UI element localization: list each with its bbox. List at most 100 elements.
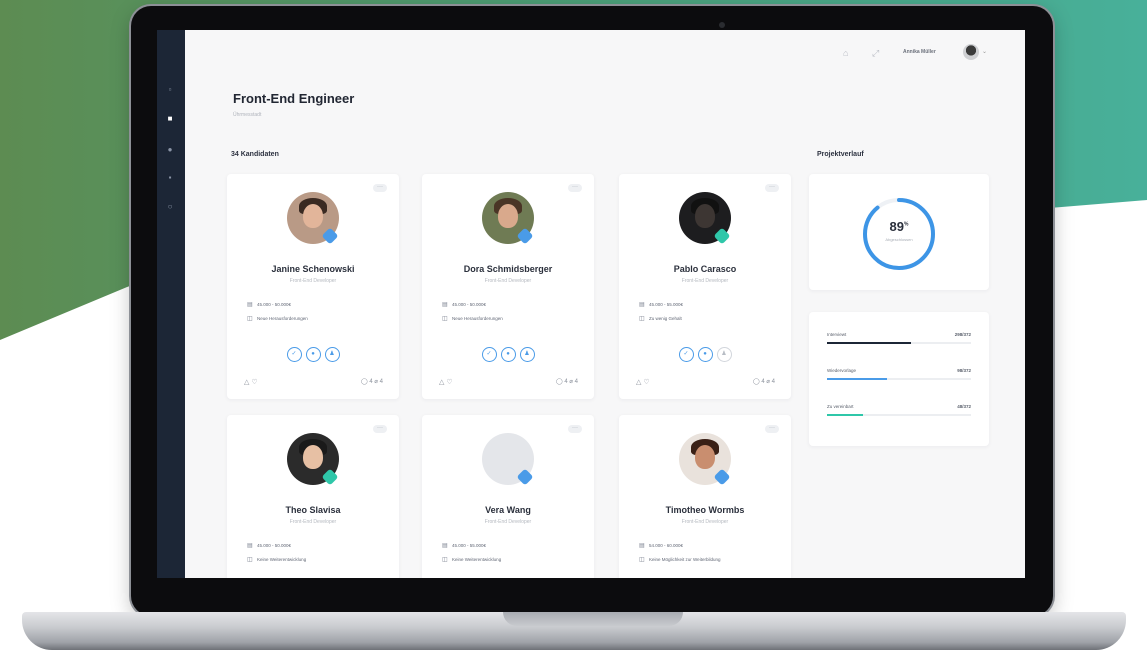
more-icon[interactable]: ··· <box>373 184 387 192</box>
calendar-icon[interactable]: ▪ <box>165 174 175 182</box>
home-icon[interactable]: ▫ <box>165 86 175 94</box>
candidate-name[interactable]: Theo Slavisa <box>227 505 399 515</box>
phone-button[interactable]: ● <box>697 347 713 362</box>
expand-icon[interactable]: ⤢ <box>872 48 879 59</box>
note-icon: ◫ <box>639 316 645 322</box>
stat-value: 298/372 <box>954 332 971 337</box>
candidate-card[interactable]: ··· Pablo Carasco Front-End Developer ▤ 45.0… <box>619 174 791 399</box>
more-icon[interactable]: ··· <box>568 184 582 192</box>
stat-track <box>827 342 971 344</box>
candidate-card[interactable]: ··· Janine Schenowski Front-End Developer ▤… <box>227 174 399 399</box>
comments-attachments[interactable]: ◯ 4 ⌀ 4 <box>753 378 775 385</box>
avatar-face <box>303 445 323 469</box>
user-avatar[interactable] <box>963 44 979 60</box>
candidate-role: Front-End Developer <box>289 519 337 525</box>
change-reason: Neue Herausforderungen <box>257 316 308 321</box>
more-icon[interactable]: ··· <box>765 425 779 433</box>
like-icon[interactable]: △ ♡ <box>439 378 453 386</box>
like-icon[interactable]: △ ♡ <box>244 378 258 386</box>
phone-button[interactable]: ● <box>305 347 321 362</box>
chevron-down-icon[interactable]: ⌄ <box>982 48 987 55</box>
money-icon: ▤ <box>442 302 448 308</box>
avatar-face <box>695 204 715 228</box>
stat-track <box>827 414 971 416</box>
profile-button[interactable]: ♟ <box>519 347 535 362</box>
progress-ring-arc <box>863 198 935 270</box>
more-icon[interactable]: ··· <box>373 425 387 433</box>
note-row: ◫ Neue Herausforderungen <box>247 315 308 322</box>
progress-value: 89% <box>859 219 939 234</box>
card-actions: ✓ ● ♟ <box>422 342 594 362</box>
candidate-card[interactable]: ··· Timotheo Wormbs Front-End Developer ▤ 54… <box>619 415 791 578</box>
money-icon: ▤ <box>247 543 253 549</box>
comments-attachments[interactable]: ◯ 4 ⌀ 4 <box>556 378 578 385</box>
laptop-notch <box>503 612 683 626</box>
stat-label: Zu vereinbart <box>827 404 854 409</box>
progress-ring <box>863 198 935 270</box>
avatar-face <box>498 204 518 228</box>
accept-button[interactable]: ✓ <box>286 347 302 362</box>
note-row: ◫ Keine Möglichkeit zur Weiterbildung <box>639 556 720 563</box>
camera <box>719 22 725 28</box>
candidate-card[interactable]: ··· Theo Slavisa Front-End Developer ▤ 45.00… <box>227 415 399 578</box>
accept-button[interactable]: ✓ <box>678 347 694 362</box>
change-reason: Zu wenig Gehalt <box>649 316 682 321</box>
salary-range: 45.000 - 50.000€ <box>257 302 292 307</box>
salary-range: 54.000 - 60.000€ <box>649 543 684 548</box>
notification-icon[interactable]: ⌂ <box>843 48 848 58</box>
candidate-card[interactable]: ··· Dora Schmidsberger Front-End Developer… <box>422 174 594 399</box>
phone-button[interactable]: ● <box>500 347 516 362</box>
salary-range: 45.000 - 55.000€ <box>452 543 487 548</box>
page-title: Front-End Engineer <box>233 91 355 106</box>
users-icon[interactable]: ● <box>165 146 175 154</box>
stat-value: 48/372 <box>957 404 971 409</box>
accept-button[interactable]: ✓ <box>481 347 497 362</box>
money-icon: ▤ <box>442 543 448 549</box>
salary-range: 45.000 - 50.000€ <box>452 302 487 307</box>
user-name[interactable]: Annika Müller <box>903 49 936 55</box>
avatar-face <box>498 445 518 469</box>
stat-label: Interviewt <box>827 332 847 337</box>
change-reason: Keine Weiterentwicklung <box>257 557 307 562</box>
salary-range: 45.000 - 50.000€ <box>257 543 292 548</box>
salary-range: 45.000 - 55.000€ <box>649 302 684 307</box>
candidate-name[interactable]: Janine Schenowski <box>227 264 399 274</box>
candidate-role: Front-End Developer <box>484 519 532 525</box>
candidate-card[interactable]: ··· Vera Wang Front-End Developer ▤ 45.000 -… <box>422 415 594 578</box>
candidate-role: Front-End Developer <box>681 278 729 284</box>
profile-button[interactable]: ♟ <box>324 347 340 362</box>
candidate-role: Front-End Developer <box>289 278 337 284</box>
card-actions: ✓ ● ♟ <box>619 342 791 362</box>
app-screen: ▫ ■ ● ▪ ○ ⌂ ⤢ Annika Müller ⌄ Front-End … <box>157 30 1025 578</box>
settings-icon[interactable]: ○ <box>165 203 175 211</box>
profile-button[interactable]: ♟ <box>716 347 732 362</box>
candidate-name[interactable]: Dora Schmidsberger <box>422 264 594 274</box>
progress-card: 89% Abgeschlossen <box>809 174 989 290</box>
salary-row: ▤ 54.000 - 60.000€ <box>639 542 683 549</box>
progress-label: Abgeschlossen <box>885 237 913 242</box>
note-icon: ◫ <box>247 316 253 322</box>
money-icon: ▤ <box>639 543 645 549</box>
candidate-name[interactable]: Timotheo Wormbs <box>619 505 791 515</box>
change-reason: Neue Herausforderungen <box>452 316 503 321</box>
stat-value: 98/372 <box>957 368 971 373</box>
card-actions: ✓ ● ♟ <box>227 342 399 362</box>
like-icon[interactable]: △ ♡ <box>636 378 650 386</box>
salary-row: ▤ 45.000 - 55.000€ <box>639 301 683 308</box>
candidate-name[interactable]: Vera Wang <box>422 505 594 515</box>
salary-row: ▤ 45.000 - 50.000€ <box>247 542 291 549</box>
note-icon: ◫ <box>247 557 253 563</box>
salary-row: ▤ 45.000 - 55.000€ <box>442 542 486 549</box>
briefcase-icon[interactable]: ■ <box>165 115 175 123</box>
money-icon: ▤ <box>247 302 253 308</box>
progress-title: Projektverlauf <box>817 151 864 158</box>
stat-fill <box>827 414 863 416</box>
comments-attachments[interactable]: ◯ 4 ⌀ 4 <box>361 378 383 385</box>
salary-row: ▤ 45.000 - 50.000€ <box>442 301 486 308</box>
note-icon: ◫ <box>639 557 645 563</box>
more-icon[interactable]: ··· <box>568 425 582 433</box>
candidate-name[interactable]: Pablo Carasco <box>619 264 791 274</box>
more-icon[interactable]: ··· <box>765 184 779 192</box>
stats-card: Interviewt 298/372 Wiedervorlage 98/372 Zu v… <box>809 312 989 446</box>
candidate-role: Front-End Developer <box>681 519 729 525</box>
